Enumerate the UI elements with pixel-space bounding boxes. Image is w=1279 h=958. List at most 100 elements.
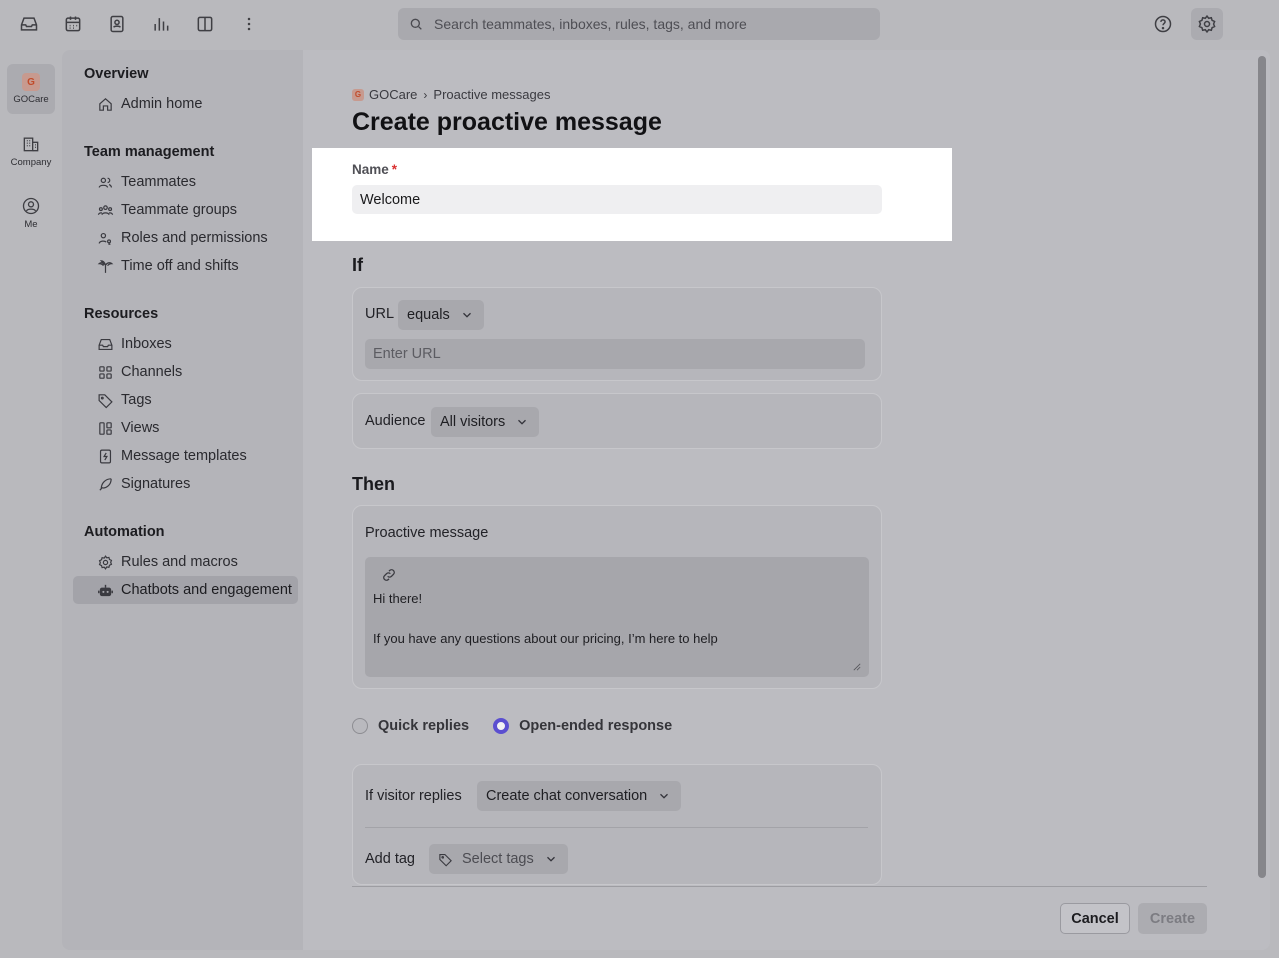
resize-handle-icon[interactable] — [853, 663, 861, 671]
inbox-icon[interactable] — [17, 12, 41, 36]
tag-select[interactable]: Select tags — [429, 844, 568, 874]
visitor-replies-value: Create chat conversation — [486, 788, 648, 804]
url-placeholder: Enter URL — [373, 346, 441, 362]
audience-card: Audience All visitors — [352, 393, 882, 449]
rail-item-me[interactable]: Me — [7, 188, 55, 238]
robot-icon — [98, 584, 113, 596]
required-marker: * — [391, 162, 398, 177]
nav-item-teammate-groups[interactable]: Teammate groups — [73, 196, 298, 224]
settings-button[interactable] — [1191, 8, 1223, 40]
home-icon — [99, 97, 112, 111]
proactive-message-card: Proactive message Hi there! If you have … — [352, 505, 882, 689]
message-line-1: Hi there! — [373, 591, 423, 606]
link-icon[interactable] — [381, 567, 397, 583]
divider — [365, 827, 868, 828]
breadcrumb-org[interactable]: GOCare — [369, 87, 417, 102]
nav-item-label: Channels — [121, 364, 183, 380]
nav-item-time-off[interactable]: Time off and shifts — [73, 252, 298, 280]
radio-open-ended[interactable] — [493, 718, 510, 734]
lightning-doc-icon — [99, 449, 112, 463]
more-vertical-icon[interactable] — [237, 12, 261, 36]
page-title: Create proactive message — [352, 108, 662, 136]
footer-divider — [352, 886, 1207, 887]
url-operator-select[interactable]: equals — [398, 300, 484, 330]
rail-label-me: Me — [24, 219, 38, 230]
nav-item-signatures[interactable]: Signatures — [73, 470, 298, 498]
message-editor[interactable]: Hi there! If you have any questions abou… — [365, 557, 869, 677]
audience-label: Audience — [365, 413, 426, 429]
nav-section-overview: Overview — [84, 66, 149, 82]
nav-section-team: Team management — [84, 144, 215, 160]
nav-item-label: Message templates — [121, 448, 247, 464]
building-icon — [23, 137, 39, 152]
url-input[interactable]: Enter URL — [365, 339, 865, 369]
settings-sidebar: Overview Admin home Team management Team… — [62, 50, 303, 950]
message-line-2: If you have any questions about our pric… — [373, 631, 718, 646]
name-input[interactable]: Welcome — [352, 185, 882, 214]
top-bar: Search teammates, inboxes, rules, tags, … — [0, 0, 1279, 48]
feather-icon — [99, 477, 112, 491]
open-ended-label[interactable]: Open-ended response — [519, 718, 672, 734]
tag-icon — [98, 393, 113, 408]
search-icon — [410, 18, 422, 30]
url-label: URL — [365, 306, 395, 322]
gear-icon — [98, 554, 113, 570]
users-icon — [98, 177, 113, 188]
visitor-replies-select[interactable]: Create chat conversation — [477, 781, 682, 811]
workspace-rail: G GOCare Company Me — [0, 48, 62, 958]
calendar-icon[interactable] — [61, 12, 85, 36]
nav-item-roles[interactable]: Roles and permissions — [73, 224, 298, 252]
chevron-down-icon — [462, 312, 471, 318]
chevron-down-icon — [546, 856, 555, 862]
views-icon — [99, 421, 112, 435]
contacts-icon[interactable] — [105, 12, 129, 36]
rail-item-gocare[interactable]: G GOCare — [7, 64, 55, 114]
name-input-value: Welcome — [360, 191, 421, 208]
user-key-icon — [98, 232, 112, 245]
nav-item-admin-home[interactable]: Admin home — [73, 90, 298, 118]
nav-item-tags[interactable]: Tags — [73, 386, 298, 414]
nav-item-message-templates[interactable]: Message templates — [73, 442, 298, 470]
proactive-message-label: Proactive message — [365, 525, 489, 541]
user-circle-icon — [22, 197, 40, 215]
name-label: Name * — [352, 162, 397, 177]
nav-item-channels[interactable]: Channels — [73, 358, 298, 386]
breadcrumb: G GOCare › Proactive messages — [352, 87, 550, 102]
help-icon[interactable] — [1151, 12, 1175, 36]
nav-item-inboxes[interactable]: Inboxes — [73, 330, 298, 358]
nav-item-label: Signatures — [121, 476, 191, 492]
url-operator-value: equals — [407, 307, 450, 323]
create-button[interactable]: Create — [1138, 903, 1207, 934]
rail-item-company[interactable]: Company — [7, 126, 55, 176]
user-group-icon — [97, 204, 114, 215]
nav-item-label: Chatbots and engagement — [121, 582, 292, 598]
nav-item-chatbots[interactable]: Chatbots and engagement — [73, 576, 298, 604]
url-condition-card: URL equals Enter URL — [352, 287, 882, 381]
nav-item-label: Teammate groups — [121, 202, 238, 218]
radio-quick-replies[interactable] — [352, 718, 368, 734]
rail-label-gocare: GOCare — [13, 94, 49, 105]
if-heading: If — [352, 255, 363, 275]
search-placeholder: Search teammates, inboxes, rules, tags, … — [434, 16, 747, 32]
palm-tree-icon — [97, 259, 114, 273]
chevron-right-icon: › — [423, 87, 428, 102]
visitor-reply-card: If visitor replies Create chat conversat… — [352, 764, 882, 885]
nav-item-label: Rules and macros — [121, 554, 238, 570]
nav-item-views[interactable]: Views — [73, 414, 298, 442]
quick-replies-label[interactable]: Quick replies — [378, 718, 469, 734]
nav-item-rules-macros[interactable]: Rules and macros — [73, 548, 298, 576]
tag-placeholder: Select tags — [462, 851, 534, 867]
nav-item-label: Time off and shifts — [121, 258, 239, 274]
cancel-button[interactable]: Cancel — [1060, 903, 1130, 934]
breadcrumb-section[interactable]: Proactive messages — [433, 87, 550, 102]
global-search-input[interactable]: Search teammates, inboxes, rules, tags, … — [398, 8, 880, 40]
nav-section-resources: Resources — [84, 306, 159, 322]
name-label-text: Name — [352, 162, 389, 177]
tag-icon — [439, 853, 452, 867]
audience-select[interactable]: All visitors — [431, 407, 540, 437]
split-view-icon[interactable] — [193, 12, 217, 36]
nav-item-teammates[interactable]: Teammates — [73, 168, 298, 196]
rail-label-company: Company — [10, 157, 52, 168]
analytics-icon[interactable] — [149, 12, 173, 36]
main-scrollbar[interactable] — [1258, 56, 1266, 878]
